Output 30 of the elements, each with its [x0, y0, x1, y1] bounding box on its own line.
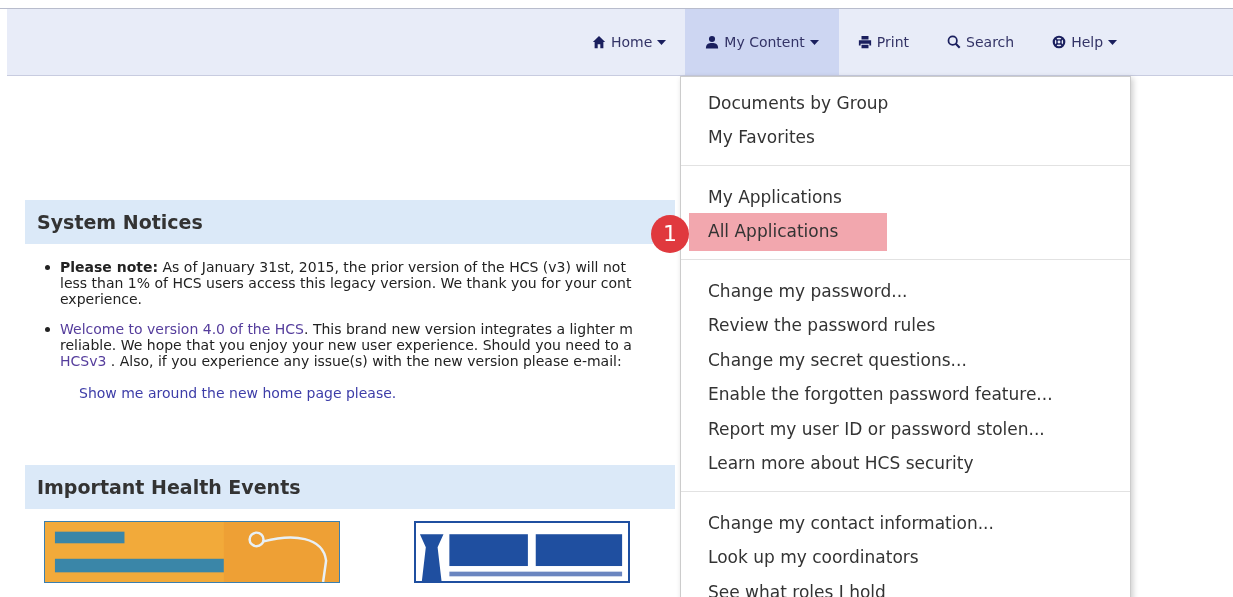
home-icon [592, 35, 606, 49]
dropdown-item[interactable]: My Applications [689, 178, 887, 216]
dropdown-item[interactable]: My Favorites [689, 119, 887, 157]
lifebuoy-icon [1052, 35, 1067, 49]
printer-icon [857, 35, 872, 49]
notice-text: HCSv3 . Also, if you experience any issue(s) with the new version please e-mail: [60, 353, 622, 369]
notice-text: less than 1% of HCS users access this legacy version. We thank you for your cont [60, 275, 632, 291]
notice-text: Welcome to version 4.0 of the HCS. This brand new version integrates a lighter m [60, 321, 633, 337]
bullet-icon [45, 265, 50, 270]
notice-text: reliable. We hope that you enjoy your new user experience. Should you need to a [60, 337, 632, 353]
nav-menu-item[interactable]: My Content [685, 9, 839, 75]
notice-text: experience. [60, 291, 143, 307]
nav-menu-item[interactable]: Help [1033, 9, 1137, 75]
dropdown-item[interactable]: Documents by Group [689, 84, 909, 122]
nav-menu-item[interactable]: Search [928, 9, 1034, 75]
notice-link[interactable]: HCSv3 [60, 353, 107, 369]
notice-text: Please note: As of January 31st, 2015, the prior version of the HCS (v3) will not [60, 259, 626, 275]
notice-link[interactable]: Welcome to version 4.0 of the HCS [60, 321, 304, 337]
nav-menu-item[interactable]: Home [573, 9, 686, 75]
bullet-icon [45, 327, 50, 332]
step-badge: 1 [651, 214, 689, 253]
dropdown-item[interactable]: Learn more about HCS security [689, 445, 994, 483]
nav-menu-item[interactable]: Print [838, 9, 929, 75]
dropdown-item[interactable]: Change my password... [689, 272, 928, 310]
dropdown-item[interactable]: Change my contact information... [689, 504, 1014, 542]
tour-link[interactable]: Show me around the new home page please. [79, 385, 397, 401]
dropdown-item[interactable]: All Applications [689, 213, 887, 251]
section-heading: Important Health Events [25, 465, 675, 509]
user-icon [705, 35, 720, 49]
search-icon [947, 35, 962, 49]
